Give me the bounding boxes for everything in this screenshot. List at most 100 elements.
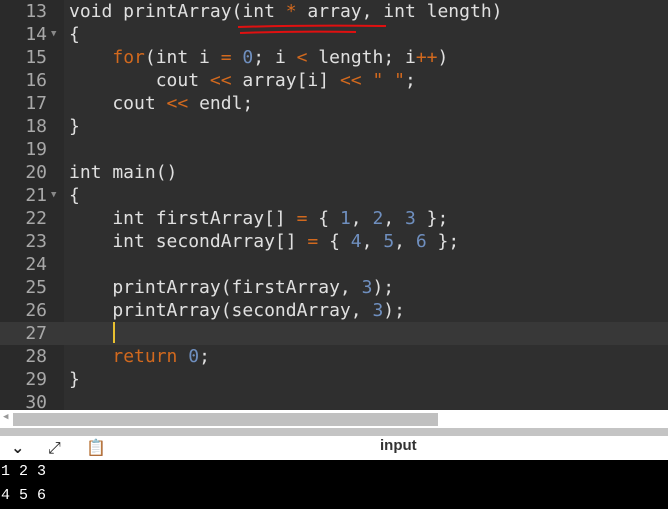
code-token: int firstArray[]	[69, 208, 297, 229]
code-token: ,	[394, 231, 416, 252]
code-token: 3	[372, 300, 384, 321]
code-text: printArray(firstArray, 3);	[69, 276, 394, 299]
console-output: 1 2 3 4 5 6	[0, 460, 668, 509]
code-token: <	[296, 47, 308, 68]
code-token: );	[383, 300, 405, 321]
code-token: 0	[188, 346, 200, 367]
code-token: {	[307, 208, 340, 229]
line-number: 30	[25, 392, 47, 410]
code-line[interactable]: 30	[0, 391, 668, 410]
code-line[interactable]: 22 int firstArray[] = { 1, 2, 3 };	[0, 207, 668, 230]
code-line[interactable]: 18}	[0, 115, 668, 138]
line-number: 26	[25, 300, 47, 321]
line-number: 27	[25, 323, 47, 344]
code-token: 5	[383, 231, 395, 252]
code-text: int firstArray[] = { 1, 2, 3 };	[69, 207, 448, 230]
code-token: <<	[339, 70, 362, 91]
code-token: ,	[383, 208, 405, 229]
code-text: for(int i = 0; i < length; i++)	[69, 46, 448, 69]
line-number: 23	[25, 231, 47, 252]
collapse-chevron-icon[interactable]: ⌄	[11, 438, 24, 457]
code-token: 1	[339, 208, 351, 229]
code-token: };	[426, 231, 460, 252]
code-line[interactable]: 17 cout << endl;	[0, 92, 668, 115]
code-text: cout << endl;	[69, 92, 253, 115]
line-number: 20	[25, 162, 47, 183]
code-token: 2	[372, 208, 384, 229]
scroll-left-arrow-icon[interactable]: ◀	[3, 412, 8, 422]
code-token: 6	[415, 231, 427, 252]
code-token: ,	[350, 208, 373, 229]
code-line[interactable]: 29}	[0, 368, 668, 391]
code-token: *	[285, 1, 297, 22]
line-number: 29	[25, 369, 47, 390]
code-token: };	[415, 208, 449, 229]
code-token: 3	[361, 277, 373, 298]
fold-arrow-icon[interactable]: ▼	[51, 184, 56, 207]
code-text: int secondArray[] = { 4, 5, 6 };	[69, 230, 459, 253]
line-number: 25	[25, 277, 47, 298]
code-token: 4	[350, 231, 362, 252]
code-token: " "	[372, 70, 405, 91]
code-line[interactable]: 23 int secondArray[] = { 4, 5, 6 };	[0, 230, 668, 253]
code-token: <<	[166, 93, 189, 114]
code-line[interactable]: 19	[0, 138, 668, 161]
code-text: {	[69, 184, 80, 207]
panel-splitter[interactable]	[0, 428, 668, 436]
code-text: {	[69, 23, 80, 46]
line-number: 18	[25, 116, 47, 137]
line-number: 28	[25, 346, 47, 367]
line-number: 16	[25, 70, 47, 91]
code-token: 3	[405, 208, 416, 229]
code-token: int main()	[69, 162, 178, 183]
red-underline-annotation	[237, 24, 387, 34]
code-line[interactable]: 16 cout << array[i] << " ";	[0, 69, 668, 92]
code-token: endl;	[188, 93, 254, 114]
line-number: 21	[25, 185, 47, 206]
code-token: ;	[405, 70, 416, 91]
scrollbar-thumb[interactable]	[13, 413, 438, 426]
line-number: 14	[25, 24, 47, 45]
code-token: }	[69, 369, 80, 390]
code-token: <<	[209, 70, 232, 91]
code-token: void printArray(int	[69, 1, 286, 22]
line-number: 15	[25, 47, 47, 68]
fold-arrow-icon[interactable]: ▼	[51, 23, 56, 46]
code-line[interactable]: 20 int main()	[0, 161, 668, 184]
code-token: ,	[361, 231, 384, 252]
clipboard-paste-icon[interactable]: 📋	[86, 438, 106, 457]
code-token: =	[307, 231, 319, 252]
code-token: cout	[69, 70, 210, 91]
code-token: ;	[199, 346, 210, 367]
expand-icon[interactable]: ⤢	[48, 438, 61, 458]
code-token: }	[69, 116, 80, 137]
code-text: cout << array[i] << " ";	[69, 69, 416, 92]
code-text: return 0;	[69, 345, 210, 368]
code-token: ; i	[253, 47, 297, 68]
code-token: return	[112, 346, 178, 367]
code-token: cout	[69, 93, 167, 114]
input-label[interactable]: input	[380, 437, 417, 454]
console-toolbar: ⌄ ⤢ 📋 input	[0, 436, 668, 460]
code-token: {	[318, 231, 351, 252]
code-line[interactable]: 26 printArray(secondArray, 3);	[0, 299, 668, 322]
code-line[interactable]: 27	[0, 322, 668, 345]
horizontal-scrollbar[interactable]: ◀	[0, 410, 668, 428]
code-line[interactable]: 28 return 0;	[0, 345, 668, 368]
code-line[interactable]: 24	[0, 253, 668, 276]
code-editor[interactable]: 13 void printArray(int * array, int lengt…	[0, 0, 668, 410]
code-text: }	[69, 368, 80, 391]
code-line[interactable]: 13 void printArray(int * array, int lengt…	[0, 0, 668, 23]
code-text: printArray(secondArray, 3);	[69, 299, 405, 322]
code-token: );	[372, 277, 395, 298]
code-token: printArray(firstArray,	[69, 277, 362, 298]
code-line[interactable]: 25 printArray(firstArray, 3);	[0, 276, 668, 299]
code-text: int main()	[69, 161, 177, 184]
code-line[interactable]: 21 ▼ {	[0, 184, 668, 207]
code-line[interactable]: 15 for(int i = 0; i < length; i++)	[0, 46, 668, 69]
code-token: length; i	[307, 47, 416, 68]
